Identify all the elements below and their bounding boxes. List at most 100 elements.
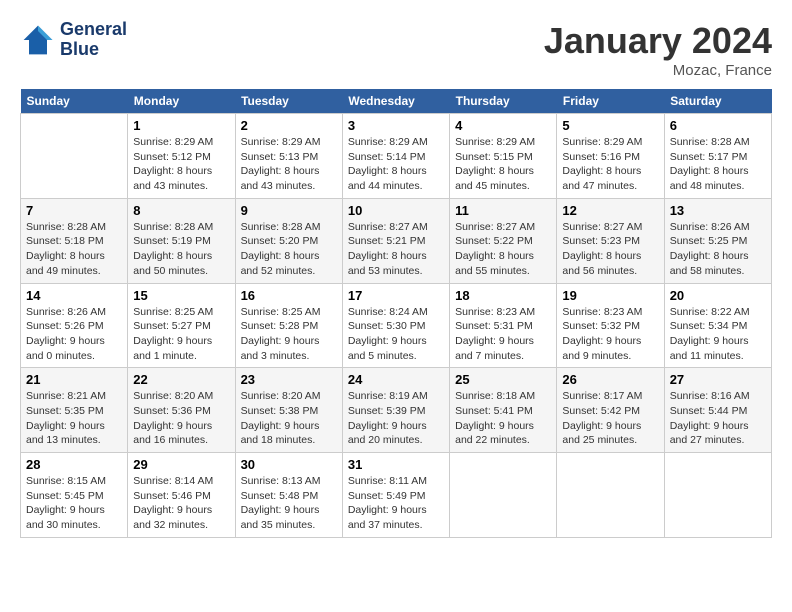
calendar-week-row: 28 Sunrise: 8:15 AMSunset: 5:45 PMDayligh… — [21, 453, 772, 538]
calendar-week-row: 21 Sunrise: 8:21 AMSunset: 5:35 PMDayligh… — [21, 368, 772, 453]
day-info: Sunrise: 8:28 AMSunset: 5:20 PMDaylight:… — [241, 220, 337, 279]
day-number: 9 — [241, 203, 337, 218]
calendar-week-row: 7 Sunrise: 8:28 AMSunset: 5:18 PMDaylight… — [21, 198, 772, 283]
calendar-cell: 14 Sunrise: 8:26 AMSunset: 5:26 PMDayligh… — [21, 283, 128, 368]
calendar-cell: 21 Sunrise: 8:21 AMSunset: 5:35 PMDayligh… — [21, 368, 128, 453]
calendar-cell — [21, 114, 128, 199]
calendar-cell: 6 Sunrise: 8:28 AMSunset: 5:17 PMDaylight… — [664, 114, 771, 199]
day-number: 28 — [26, 457, 122, 472]
day-info: Sunrise: 8:28 AMSunset: 5:17 PMDaylight:… — [670, 135, 766, 194]
month-title: January 2024 — [544, 20, 772, 62]
day-number: 5 — [562, 118, 658, 133]
day-number: 20 — [670, 288, 766, 303]
day-info: Sunrise: 8:27 AMSunset: 5:22 PMDaylight:… — [455, 220, 551, 279]
calendar-cell: 3 Sunrise: 8:29 AMSunset: 5:14 PMDaylight… — [342, 114, 449, 199]
calendar-cell: 24 Sunrise: 8:19 AMSunset: 5:39 PMDayligh… — [342, 368, 449, 453]
calendar-cell: 12 Sunrise: 8:27 AMSunset: 5:23 PMDayligh… — [557, 198, 664, 283]
day-info: Sunrise: 8:13 AMSunset: 5:48 PMDaylight:… — [241, 474, 337, 533]
day-info: Sunrise: 8:14 AMSunset: 5:46 PMDaylight:… — [133, 474, 229, 533]
calendar-cell: 17 Sunrise: 8:24 AMSunset: 5:30 PMDayligh… — [342, 283, 449, 368]
day-number: 2 — [241, 118, 337, 133]
weekday-header: Saturday — [664, 89, 771, 114]
day-info: Sunrise: 8:28 AMSunset: 5:18 PMDaylight:… — [26, 220, 122, 279]
day-number: 11 — [455, 203, 551, 218]
day-number: 24 — [348, 372, 444, 387]
calendar-cell: 15 Sunrise: 8:25 AMSunset: 5:27 PMDayligh… — [128, 283, 235, 368]
weekday-header-row: SundayMondayTuesdayWednesdayThursdayFrid… — [21, 89, 772, 114]
calendar-cell: 31 Sunrise: 8:11 AMSunset: 5:49 PMDayligh… — [342, 453, 449, 538]
day-info: Sunrise: 8:19 AMSunset: 5:39 PMDaylight:… — [348, 389, 444, 448]
day-info: Sunrise: 8:27 AMSunset: 5:21 PMDaylight:… — [348, 220, 444, 279]
day-number: 22 — [133, 372, 229, 387]
calendar-week-row: 14 Sunrise: 8:26 AMSunset: 5:26 PMDayligh… — [21, 283, 772, 368]
day-number: 7 — [26, 203, 122, 218]
title-block: January 2024 Mozac, France — [544, 20, 772, 79]
weekday-header: Thursday — [450, 89, 557, 114]
calendar-cell: 5 Sunrise: 8:29 AMSunset: 5:16 PMDaylight… — [557, 114, 664, 199]
day-info: Sunrise: 8:11 AMSunset: 5:49 PMDaylight:… — [348, 474, 444, 533]
calendar-cell: 22 Sunrise: 8:20 AMSunset: 5:36 PMDayligh… — [128, 368, 235, 453]
day-info: Sunrise: 8:29 AMSunset: 5:15 PMDaylight:… — [455, 135, 551, 194]
logo-icon — [20, 22, 56, 58]
calendar-cell: 16Sunrise: 8:25 AMSunset: 5:28 PMDayligh… — [235, 283, 342, 368]
day-info: Sunrise: 8:17 AMSunset: 5:42 PMDaylight:… — [562, 389, 658, 448]
day-info: Sunrise: 8:29 AMSunset: 5:16 PMDaylight:… — [562, 135, 658, 194]
calendar-cell: 29Sunrise: 8:14 AMSunset: 5:46 PMDayligh… — [128, 453, 235, 538]
day-number: 4 — [455, 118, 551, 133]
day-number: 17 — [348, 288, 444, 303]
page-header: General Blue January 2024 Mozac, France — [20, 20, 772, 79]
weekday-header: Sunday — [21, 89, 128, 114]
day-number: 31 — [348, 457, 444, 472]
calendar-cell — [664, 453, 771, 538]
day-number: 3 — [348, 118, 444, 133]
day-info: Sunrise: 8:25 AMSunset: 5:27 PMDaylight:… — [133, 305, 229, 364]
day-number: 16 — [241, 288, 337, 303]
day-info: Sunrise: 8:26 AMSunset: 5:25 PMDaylight:… — [670, 220, 766, 279]
day-info: Sunrise: 8:15 AMSunset: 5:45 PMDaylight:… — [26, 474, 122, 533]
day-info: Sunrise: 8:23 AMSunset: 5:31 PMDaylight:… — [455, 305, 551, 364]
day-number: 13 — [670, 203, 766, 218]
day-number: 6 — [670, 118, 766, 133]
day-info: Sunrise: 8:20 AMSunset: 5:36 PMDaylight:… — [133, 389, 229, 448]
day-info: Sunrise: 8:24 AMSunset: 5:30 PMDaylight:… — [348, 305, 444, 364]
calendar-cell: 26Sunrise: 8:17 AMSunset: 5:42 PMDayligh… — [557, 368, 664, 453]
logo-text: General Blue — [60, 20, 127, 60]
day-info: Sunrise: 8:21 AMSunset: 5:35 PMDaylight:… — [26, 389, 122, 448]
day-info: Sunrise: 8:18 AMSunset: 5:41 PMDaylight:… — [455, 389, 551, 448]
day-number: 12 — [562, 203, 658, 218]
day-number: 25 — [455, 372, 551, 387]
calendar-cell: 20 Sunrise: 8:22 AMSunset: 5:34 PMDayligh… — [664, 283, 771, 368]
day-info: Sunrise: 8:29 AMSunset: 5:12 PMDaylight:… — [133, 135, 229, 194]
calendar-cell: 7 Sunrise: 8:28 AMSunset: 5:18 PMDaylight… — [21, 198, 128, 283]
calendar-cell: 9 Sunrise: 8:28 AMSunset: 5:20 PMDaylight… — [235, 198, 342, 283]
calendar-week-row: 1Sunrise: 8:29 AMSunset: 5:12 PMDaylight… — [21, 114, 772, 199]
day-number: 15 — [133, 288, 229, 303]
logo-line1: General — [60, 20, 127, 40]
day-info: Sunrise: 8:22 AMSunset: 5:34 PMDaylight:… — [670, 305, 766, 364]
calendar-cell: 18Sunrise: 8:23 AMSunset: 5:31 PMDayligh… — [450, 283, 557, 368]
day-info: Sunrise: 8:20 AMSunset: 5:38 PMDaylight:… — [241, 389, 337, 448]
weekday-header: Friday — [557, 89, 664, 114]
day-number: 14 — [26, 288, 122, 303]
day-info: Sunrise: 8:27 AMSunset: 5:23 PMDaylight:… — [562, 220, 658, 279]
calendar-cell: 27Sunrise: 8:16 AMSunset: 5:44 PMDayligh… — [664, 368, 771, 453]
day-info: Sunrise: 8:29 AMSunset: 5:14 PMDaylight:… — [348, 135, 444, 194]
calendar-cell: 4 Sunrise: 8:29 AMSunset: 5:15 PMDaylight… — [450, 114, 557, 199]
day-info: Sunrise: 8:29 AMSunset: 5:13 PMDaylight:… — [241, 135, 337, 194]
calendar: SundayMondayTuesdayWednesdayThursdayFrid… — [20, 89, 772, 538]
weekday-header: Tuesday — [235, 89, 342, 114]
calendar-cell: 28 Sunrise: 8:15 AMSunset: 5:45 PMDayligh… — [21, 453, 128, 538]
day-info: Sunrise: 8:26 AMSunset: 5:26 PMDaylight:… — [26, 305, 122, 364]
calendar-cell: 19Sunrise: 8:23 AMSunset: 5:32 PMDayligh… — [557, 283, 664, 368]
calendar-cell: 1Sunrise: 8:29 AMSunset: 5:12 PMDaylight… — [128, 114, 235, 199]
location: Mozac, France — [544, 62, 772, 79]
calendar-cell: 11 Sunrise: 8:27 AMSunset: 5:22 PMDayligh… — [450, 198, 557, 283]
calendar-cell: 8Sunrise: 8:28 AMSunset: 5:19 PMDaylight… — [128, 198, 235, 283]
logo: General Blue — [20, 20, 127, 60]
calendar-cell: 13 Sunrise: 8:26 AMSunset: 5:25 PMDayligh… — [664, 198, 771, 283]
day-number: 21 — [26, 372, 122, 387]
weekday-header: Monday — [128, 89, 235, 114]
day-info: Sunrise: 8:28 AMSunset: 5:19 PMDaylight:… — [133, 220, 229, 279]
day-number: 10 — [348, 203, 444, 218]
calendar-cell — [450, 453, 557, 538]
